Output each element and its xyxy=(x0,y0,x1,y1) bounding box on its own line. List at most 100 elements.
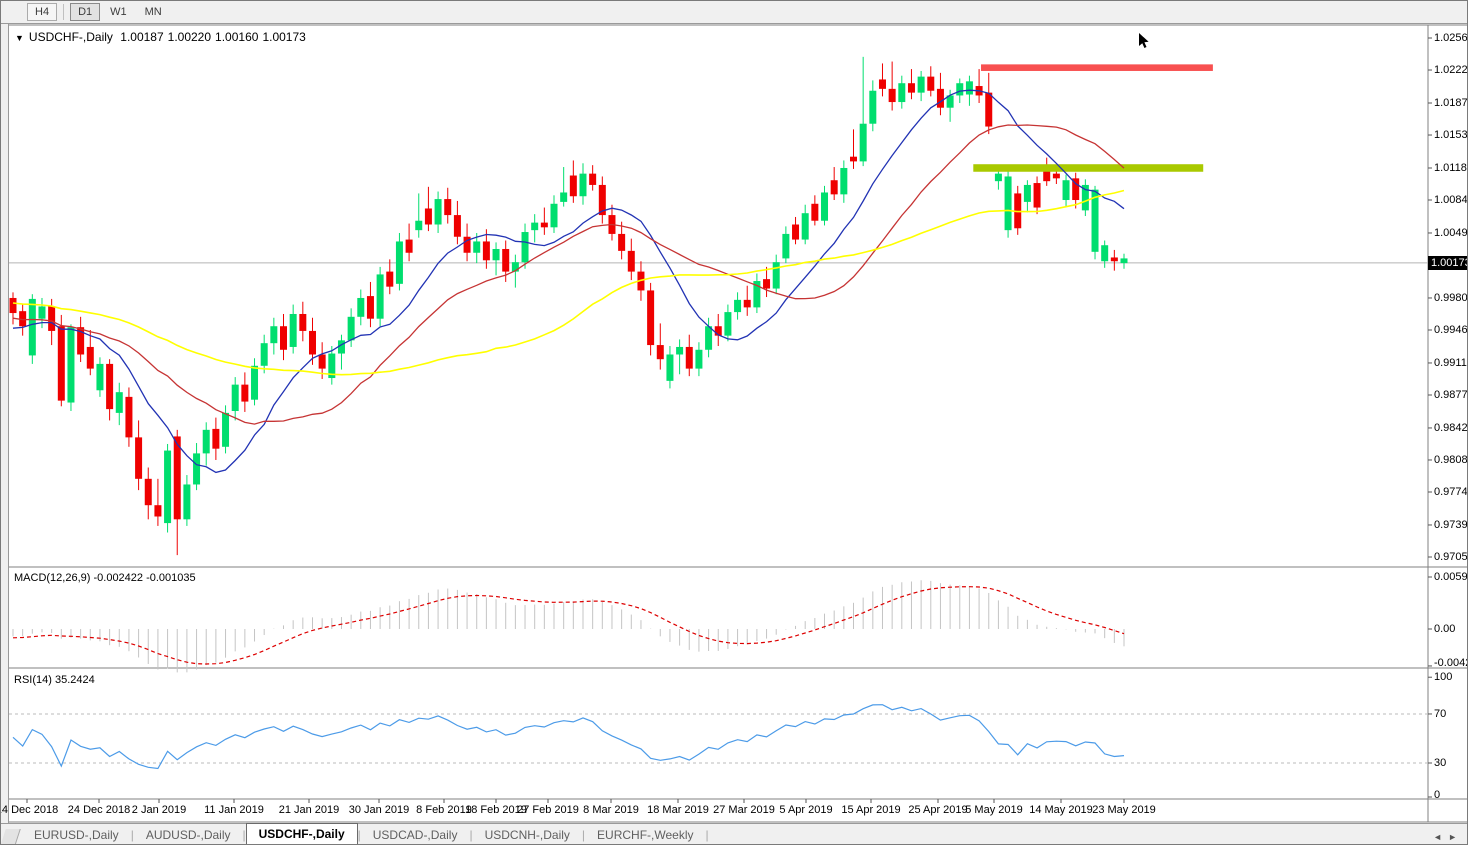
resistance-bar[interactable] xyxy=(981,64,1213,71)
price-axis-label: 0.99800 xyxy=(1434,292,1468,304)
tab-scroll-arrows: ◄► xyxy=(1433,832,1463,842)
candle-bullish xyxy=(222,413,229,447)
price-axis-label: 1.02220 xyxy=(1434,64,1468,76)
candle-bullish xyxy=(773,262,780,288)
candle-bullish xyxy=(1101,245,1108,261)
candle-bullish xyxy=(232,385,239,411)
price-axis-label: 1.01530 xyxy=(1434,129,1468,141)
candle-bullish xyxy=(1121,258,1128,263)
candle-bullish xyxy=(821,192,828,220)
candle-bullish xyxy=(995,174,1002,182)
candle-bullish xyxy=(116,392,123,413)
candle-bearish xyxy=(154,505,161,516)
candle-bearish xyxy=(937,89,944,108)
date-axis-label: 2 Jan 2019 xyxy=(132,804,186,816)
support-bar[interactable] xyxy=(973,164,1203,172)
candle-bullish xyxy=(695,350,702,369)
rsi-axis-label: 30 xyxy=(1434,757,1446,769)
date-axis-label: 11 Jan 2019 xyxy=(204,804,264,816)
candle-bullish xyxy=(377,274,384,318)
tab-stub xyxy=(0,829,21,845)
symbol-tab-usdcad-daily[interactable]: USDCAD-,Daily xyxy=(361,825,470,845)
candle-bearish xyxy=(657,345,664,359)
candle-bearish xyxy=(241,385,248,402)
tab-scroll-right-icon[interactable]: ► xyxy=(1448,832,1463,842)
candle-bearish xyxy=(763,279,770,288)
candle-bullish xyxy=(290,314,297,347)
rsi-axis-label: 100 xyxy=(1434,671,1452,683)
candle-bullish xyxy=(29,299,36,356)
date-axis-label: 25 Apr 2019 xyxy=(908,804,967,816)
symbol-tab-eurchf-weekly[interactable]: EURCHF-,Weekly xyxy=(585,825,705,845)
candle-bearish xyxy=(985,93,992,127)
candle-bearish xyxy=(686,347,693,369)
date-axis-label: 30 Jan 2019 xyxy=(349,804,410,816)
candle-bearish xyxy=(145,479,152,505)
candle-bearish xyxy=(299,314,306,331)
candle-bearish xyxy=(319,354,326,368)
candle-bullish xyxy=(579,174,586,197)
candle-bullish xyxy=(396,241,403,283)
price-axis-label: 0.97390 xyxy=(1434,519,1468,531)
price-axis-label: 1.02560 xyxy=(1434,32,1468,44)
candle-bullish xyxy=(676,347,683,355)
candle-bearish xyxy=(744,300,751,308)
date-axis-label: 24 Dec 2018 xyxy=(68,804,130,816)
candle-bearish xyxy=(406,240,413,253)
candle-bearish xyxy=(792,225,799,240)
chart-canvas[interactable] xyxy=(1,1,1468,845)
price-axis-label: 0.99460 xyxy=(1434,324,1468,336)
candle-bearish xyxy=(570,176,577,197)
date-axis-label: 14 Dec 2018 xyxy=(0,804,58,816)
candle-bearish xyxy=(483,241,490,260)
candle-bearish xyxy=(628,251,635,272)
candle-bullish xyxy=(918,77,925,93)
candle-bearish xyxy=(106,364,113,409)
tab-scroll-left-icon[interactable]: ◄ xyxy=(1433,832,1448,842)
candle-bullish xyxy=(270,326,277,343)
candle-bearish xyxy=(1034,183,1041,207)
fast-ma-line xyxy=(13,90,1124,472)
price-axis-label: 0.97050 xyxy=(1434,551,1468,563)
candle-bearish xyxy=(908,83,915,92)
candle-bullish xyxy=(183,484,190,519)
symbol-tab-usdchf-daily[interactable]: USDCHF-,Daily xyxy=(246,823,358,845)
candle-bullish xyxy=(1063,180,1070,200)
tab-separator: | xyxy=(706,825,709,845)
candle-bearish xyxy=(889,89,896,102)
symbol-tab-usdcnh-daily[interactable]: USDCNH-,Daily xyxy=(473,825,582,845)
candle-bullish xyxy=(348,317,355,341)
candle-bullish xyxy=(164,451,171,524)
date-axis-label: 14 May 2019 xyxy=(1029,804,1093,816)
trading-app-window: H4 D1 W1 MN ▼USDCHF-,Daily 1.001871.0022… xyxy=(0,0,1468,845)
candle-bullish xyxy=(522,232,529,262)
candle-bullish xyxy=(560,192,567,201)
candle-bearish xyxy=(58,326,65,400)
candle-bullish xyxy=(415,221,422,230)
candle-bearish xyxy=(647,290,654,345)
candle-bearish xyxy=(48,306,55,330)
candle-bearish xyxy=(1111,257,1118,261)
candle-bullish xyxy=(67,327,74,402)
date-axis-label: 23 May 2019 xyxy=(1092,804,1156,816)
candle-bullish xyxy=(705,326,712,350)
symbol-tab-eurusd-daily[interactable]: EURUSD-,Daily xyxy=(22,825,131,845)
candle-bearish xyxy=(367,296,374,319)
symbol-tab-audusd-daily[interactable]: AUDUSD-,Daily xyxy=(134,825,243,845)
candle-bullish xyxy=(802,213,809,239)
candle-bearish xyxy=(589,174,596,185)
candle-bullish xyxy=(493,249,500,260)
candle-bearish xyxy=(125,397,132,438)
candle-bearish xyxy=(135,437,142,478)
macd-axis-label: -0.004243 xyxy=(1434,657,1468,669)
mid-ma-line xyxy=(13,125,1124,424)
candle-bearish xyxy=(174,436,181,519)
candle-bullish xyxy=(193,453,200,484)
date-axis-label: 27 Feb 2019 xyxy=(517,804,579,816)
candle-bullish xyxy=(898,83,905,102)
candle-bearish xyxy=(425,208,432,224)
candle-bearish xyxy=(454,215,461,237)
candle-bearish xyxy=(444,199,451,215)
date-axis-label: 18 Mar 2019 xyxy=(647,804,709,816)
current-price-box: 1.00173 xyxy=(1428,256,1468,270)
